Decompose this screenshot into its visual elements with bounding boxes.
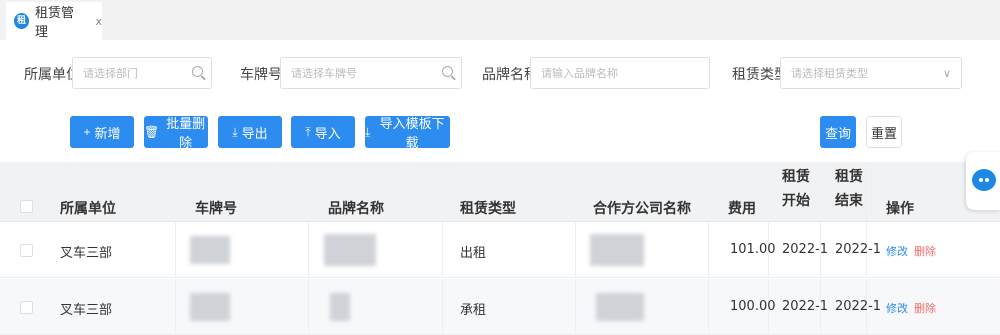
col-fee: 费用 xyxy=(728,201,756,217)
download-icon: ⤓ xyxy=(365,124,371,139)
redacted-partner xyxy=(590,234,644,266)
cell-unit: 叉车三部 xyxy=(60,246,113,261)
export-label: 导出 xyxy=(241,125,268,141)
cell-start: 2022-1 xyxy=(782,242,829,257)
column-divider xyxy=(575,279,576,334)
col-start-line2: 开始 xyxy=(782,193,810,209)
plus-icon: + xyxy=(83,125,91,139)
column-divider xyxy=(175,279,176,334)
row-checkbox[interactable] xyxy=(20,301,33,314)
cell-unit: 叉车三部 xyxy=(60,303,113,318)
batch-delete-label: 批量删除 xyxy=(166,116,206,150)
edit-link[interactable]: 修改 xyxy=(886,302,908,315)
row-actions: 修改 删除 xyxy=(886,243,936,259)
col-start-line1: 租赁 xyxy=(782,169,810,185)
col-type: 租赁类型 xyxy=(460,201,516,217)
delete-link[interactable]: 删除 xyxy=(914,302,936,315)
plate-filter[interactable] xyxy=(280,57,462,89)
download-template-label: 导入模板下载 xyxy=(379,116,445,150)
cell-fee: 101.00 xyxy=(730,242,776,257)
add-button[interactable]: + 新增 xyxy=(70,116,134,148)
unit-filter-input[interactable] xyxy=(73,58,211,88)
upload-icon: ⤒ xyxy=(305,124,311,139)
plate-filter-label: 车牌号 xyxy=(240,67,282,83)
redacted-plate xyxy=(190,236,230,264)
col-partner: 合作方公司名称 xyxy=(593,201,691,217)
add-button-label: 新增 xyxy=(94,125,121,141)
column-divider xyxy=(866,162,867,221)
tab-bar: 租 租赁管理 x xyxy=(0,0,1000,40)
type-filter[interactable]: ∨ xyxy=(780,57,962,89)
import-label: 导入 xyxy=(314,125,341,141)
cell-type: 承租 xyxy=(460,303,487,318)
redacted-partner xyxy=(596,293,644,321)
col-end-line1: 租赁 xyxy=(835,169,863,185)
reset-button[interactable]: 重置 xyxy=(866,116,902,148)
rental-icon: 租 xyxy=(14,13,29,29)
cell-end: 2022-1 xyxy=(835,242,882,257)
search-icon xyxy=(442,66,453,77)
delete-link[interactable]: 删除 xyxy=(914,245,936,258)
col-unit: 所属单位 xyxy=(60,201,116,217)
table-row[interactable]: 叉车三部 出租 101.00 2022-1 2022-1 修改 删除 xyxy=(0,222,1000,278)
batch-delete-button[interactable]: 🗑︎ 批量删除 xyxy=(144,116,208,150)
col-brand: 品牌名称 xyxy=(328,201,384,217)
edit-link[interactable]: 修改 xyxy=(886,245,908,258)
row-checkbox[interactable] xyxy=(20,244,33,257)
export-button[interactable]: ⤓ 导出 xyxy=(218,116,282,148)
select-all-checkbox[interactable] xyxy=(20,200,33,213)
search-icon xyxy=(192,66,203,77)
brand-filter-input[interactable] xyxy=(531,58,709,88)
col-plate: 车牌号 xyxy=(195,201,237,217)
download-template-button[interactable]: ⤓ 导入模板下载 xyxy=(365,116,450,150)
column-divider xyxy=(308,279,309,334)
cell-end: 2022-1 xyxy=(835,299,882,314)
redacted-plate xyxy=(190,293,230,321)
column-divider xyxy=(708,222,709,277)
download-icon: ⤓ xyxy=(232,124,238,139)
column-divider xyxy=(308,222,309,277)
trash-icon: 🗑︎ xyxy=(144,125,160,139)
table-header: 所属单位 车牌号 品牌名称 租赁类型 合作方公司名称 费用 租赁 开始 租赁 结… xyxy=(0,162,1000,222)
column-divider xyxy=(708,279,709,334)
column-divider xyxy=(442,222,443,277)
type-filter-input[interactable] xyxy=(781,58,961,88)
col-end-line2: 结束 xyxy=(835,193,863,209)
tab-rental-management[interactable]: 租 租赁管理 x xyxy=(6,2,102,40)
column-divider xyxy=(175,222,176,277)
cell-fee: 100.00 xyxy=(730,299,776,314)
row-actions: 修改 删除 xyxy=(886,300,936,316)
close-icon[interactable]: x xyxy=(95,15,102,28)
cell-type: 出租 xyxy=(460,246,487,261)
chat-icon xyxy=(972,169,996,191)
redacted-brand xyxy=(330,293,350,321)
column-divider xyxy=(575,222,576,277)
chevron-down-icon: ∨ xyxy=(942,67,951,80)
col-ops: 操作 xyxy=(886,201,914,217)
unit-filter[interactable] xyxy=(72,57,212,89)
query-button[interactable]: 查询 xyxy=(820,116,856,148)
chat-button[interactable] xyxy=(966,152,1000,210)
tab-title: 租赁管理 xyxy=(34,6,74,40)
table-row[interactable]: 叉车三部 承租 100.00 2022-1 2022-1 修改 删除 xyxy=(0,279,1000,335)
redacted-brand xyxy=(324,234,376,266)
brand-filter[interactable] xyxy=(530,57,710,89)
plate-filter-input[interactable] xyxy=(281,58,461,88)
column-divider xyxy=(442,279,443,334)
import-button[interactable]: ⤒ 导入 xyxy=(291,116,355,148)
cell-start: 2022-1 xyxy=(782,299,829,314)
